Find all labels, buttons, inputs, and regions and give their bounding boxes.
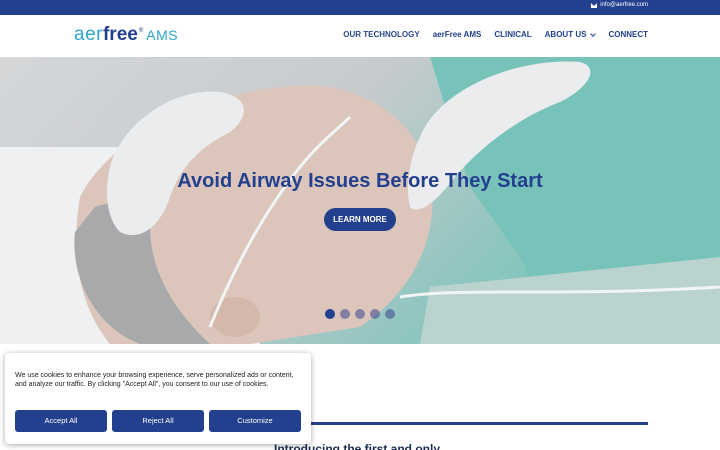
slider-dot-1[interactable]	[325, 309, 335, 319]
hero-slider: Avoid Airway Issues Before They Start LE…	[0, 57, 720, 344]
section-divider	[310, 422, 648, 425]
nav-item-aerfree-ams[interactable]: aerFree AMS	[433, 30, 482, 39]
slider-dot-2[interactable]	[340, 309, 350, 319]
slider-dot-5[interactable]	[385, 309, 395, 319]
contact-email-text: info@aerfree.com	[600, 2, 648, 8]
nav-item-our-technology[interactable]: OUR TECHNOLOGY	[343, 30, 419, 39]
hero-title: Avoid Airway Issues Before They Start	[177, 170, 543, 192]
slider-dot-3[interactable]	[355, 309, 365, 319]
nav-item-about-us-label: ABOUT US	[544, 30, 587, 39]
cookie-consent-banner: We use cookies to enhance your browsing …	[5, 353, 311, 444]
hero-overlay	[0, 57, 720, 344]
customize-button[interactable]: Customize	[209, 410, 301, 432]
chevron-down-icon	[590, 30, 597, 37]
envelope-icon	[591, 2, 598, 8]
slider-dot-4[interactable]	[370, 309, 380, 319]
logo-text-free: free	[102, 24, 138, 45]
contact-email-link[interactable]: info@aerfree.com	[591, 2, 648, 8]
nav-item-connect[interactable]: CONNECT	[608, 30, 648, 39]
nav-item-clinical[interactable]: CLINICAL	[494, 30, 531, 39]
reject-all-button[interactable]: Reject All	[112, 410, 204, 432]
nav-item-about-us[interactable]: ABOUT US	[544, 30, 597, 39]
accept-all-button[interactable]: Accept All	[15, 410, 107, 432]
site-header: aer free ® AMS OUR TECHNOLOGY aerFree AM…	[0, 15, 720, 57]
logo-text-ams: AMS	[146, 27, 179, 43]
logo-text-aer: aer	[74, 24, 103, 45]
main-nav: OUR TECHNOLOGY aerFree AMS CLINICAL ABOU…	[343, 30, 648, 39]
top-bar: info@aerfree.com	[0, 0, 720, 15]
slider-pagination	[325, 309, 395, 319]
aerfree-logo[interactable]: aer free ® AMS	[74, 24, 178, 48]
learn-more-button[interactable]: LEARN MORE	[324, 208, 396, 231]
logo-registered-mark: ®	[138, 28, 144, 34]
cookie-consent-text: We use cookies to enhance your browsing …	[15, 372, 294, 388]
